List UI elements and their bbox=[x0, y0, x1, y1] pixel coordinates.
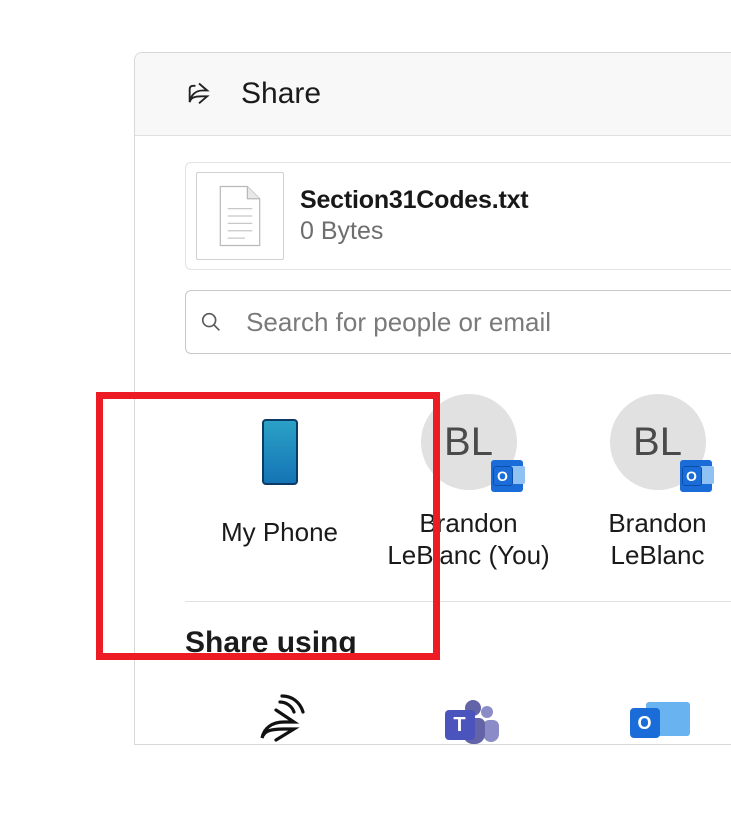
search-icon bbox=[200, 310, 222, 334]
file-card: Section31Codes.txt 0 Bytes bbox=[185, 162, 731, 270]
avatar: BL O bbox=[421, 394, 517, 490]
target-label: Brandon LeBlanc (You) bbox=[374, 508, 563, 571]
target-label: Brandon LeBlanc bbox=[563, 508, 731, 571]
avatar-initials: BL bbox=[444, 420, 493, 465]
app-teams[interactable]: T bbox=[374, 694, 563, 744]
avatar-initials: BL bbox=[633, 420, 682, 465]
share-panel: Share Section31Codes.txt 0 Bytes bbox=[134, 52, 731, 745]
file-size: 0 Bytes bbox=[300, 217, 528, 246]
app-nearby-sharing[interactable] bbox=[185, 694, 374, 744]
phone-icon bbox=[262, 419, 298, 485]
app-outlook[interactable]: O bbox=[563, 694, 731, 744]
outlook-badge-icon: O bbox=[491, 460, 523, 492]
share-target-contact[interactable]: BL O Brandon LeBlanc bbox=[563, 394, 731, 571]
teams-icon: T bbox=[437, 694, 501, 744]
section-title: Share using bbox=[185, 626, 731, 660]
share-targets: My Phone BL O Brandon LeBlanc (You) BL O… bbox=[185, 394, 731, 571]
nearby-sharing-icon bbox=[248, 694, 312, 744]
target-label: My Phone bbox=[221, 517, 338, 549]
header: Share bbox=[135, 53, 731, 136]
avatar: BL O bbox=[610, 394, 706, 490]
outlook-icon: O bbox=[626, 694, 690, 744]
header-title: Share bbox=[241, 77, 321, 111]
share-target-my-phone[interactable]: My Phone bbox=[185, 394, 374, 571]
file-meta: Section31Codes.txt 0 Bytes bbox=[300, 186, 528, 246]
file-thumb bbox=[196, 172, 284, 260]
outlook-badge-icon: O bbox=[680, 460, 712, 492]
text-file-icon bbox=[214, 184, 266, 248]
file-name: Section31Codes.txt bbox=[300, 186, 528, 215]
search-input[interactable] bbox=[246, 307, 731, 338]
share-apps: T O bbox=[185, 694, 731, 744]
share-target-self[interactable]: BL O Brandon LeBlanc (You) bbox=[374, 394, 563, 571]
share-icon bbox=[185, 80, 213, 108]
divider bbox=[185, 601, 731, 602]
search-field[interactable] bbox=[185, 290, 731, 354]
